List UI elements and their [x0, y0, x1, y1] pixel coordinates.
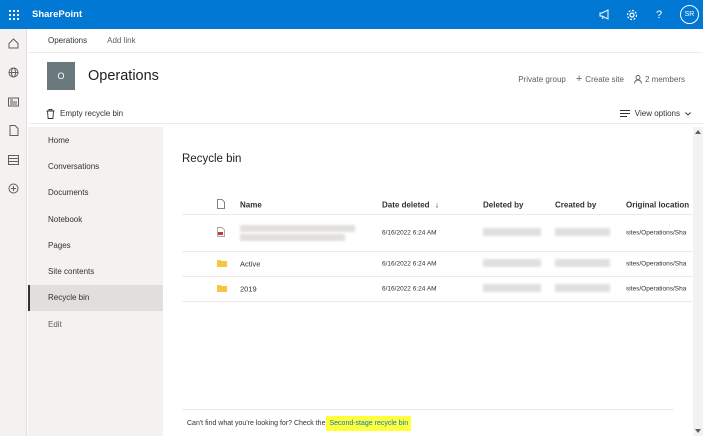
column-deleted-by[interactable]: Deleted by — [483, 200, 523, 209]
add-icon[interactable] — [0, 174, 27, 203]
chevron-down-icon — [685, 111, 691, 116]
table-row[interactable]: 2019 6/16/2022 6:24 AM sites/Operations/… — [182, 277, 693, 302]
main-content: Recycle bin Name Date deleted ↓ Deleted … — [163, 127, 693, 436]
site-logo[interactable]: O — [47, 62, 75, 90]
file-icon[interactable] — [0, 116, 27, 145]
column-original-location[interactable]: Original location — [626, 200, 693, 209]
privacy-label: Private group — [518, 74, 566, 84]
site-meta: Private group + Create site 2 members — [518, 73, 685, 85]
pdf-file-icon — [217, 227, 225, 239]
vertical-scrollbar[interactable] — [693, 127, 703, 436]
folder-icon — [217, 284, 227, 294]
nav-conversations[interactable]: Conversations — [28, 153, 163, 179]
row-created-by-redacted — [555, 228, 610, 238]
plus-icon: + — [575, 73, 583, 85]
app-brand[interactable]: SharePoint — [32, 9, 82, 20]
suite-bar: SharePoint ? SR — [0, 0, 703, 29]
table-row[interactable]: 6/16/2022 6:24 AM sites/Operations/Sha — [182, 215, 693, 252]
view-lines-icon — [619, 110, 630, 117]
view-options-label: View options — [634, 109, 680, 118]
news-icon[interactable] — [0, 87, 27, 116]
app-rail — [0, 29, 27, 436]
page-title: Recycle bin — [182, 153, 242, 165]
members-label: 2 members — [644, 74, 685, 84]
row-deleted-by-redacted — [483, 284, 541, 294]
waffle-icon[interactable] — [0, 0, 28, 29]
nav-notebook[interactable]: Notebook — [28, 206, 163, 232]
nav-home[interactable]: Home — [28, 127, 163, 153]
nav-pages[interactable]: Pages — [28, 232, 163, 258]
create-site-label: Create site — [585, 74, 624, 84]
create-site-button[interactable]: + Create site — [576, 73, 624, 85]
sort-down-arrow-icon: ↓ — [434, 200, 439, 209]
megaphone-icon[interactable] — [596, 6, 614, 24]
row-name: Active — [240, 259, 261, 269]
list-icon[interactable] — [0, 145, 27, 174]
globe-icon[interactable] — [0, 58, 27, 87]
row-deleted-by-redacted — [483, 259, 541, 269]
members-button[interactable]: 2 members — [634, 75, 685, 84]
row-original-location: sites/Operations/Sha — [626, 260, 687, 268]
row-created-by-redacted — [555, 259, 610, 269]
site-title[interactable]: Operations — [88, 68, 159, 84]
nav-recycle-bin[interactable]: Recycle bin — [28, 284, 163, 312]
footer-text: Can't find what you're looking for? Chec… — [187, 419, 326, 427]
column-date-deleted-label: Date deleted — [382, 200, 430, 209]
file-type-header-icon[interactable] — [217, 198, 225, 211]
column-name[interactable]: Name — [240, 200, 262, 209]
empty-recycle-bin-label: Empty recycle bin — [60, 109, 124, 118]
recycle-bin-footer: Can't find what you're looking for? Chec… — [182, 409, 674, 436]
column-date-deleted[interactable]: Date deleted ↓ — [382, 200, 439, 209]
nav-site-contents[interactable]: Site contents — [28, 258, 163, 284]
table-header: Name Date deleted ↓ Deleted by Created b… — [182, 195, 693, 215]
scroll-down-arrow-icon[interactable] — [695, 429, 701, 433]
help-icon[interactable]: ? — [650, 6, 668, 24]
hub-link-operations[interactable]: Operations — [48, 36, 87, 45]
second-stage-recycle-bin-link[interactable]: Second-stage recycle bin — [326, 415, 412, 431]
command-bar: Empty recycle bin View options — [28, 104, 703, 124]
empty-recycle-bin-button[interactable]: Empty recycle bin — [46, 108, 124, 119]
row-date-deleted: 6/16/2022 6:24 AM — [382, 285, 437, 293]
row-created-by-redacted — [555, 284, 610, 294]
hub-add-link[interactable]: Add link — [107, 36, 135, 45]
scroll-up-arrow-icon[interactable] — [695, 130, 701, 134]
folder-icon — [217, 259, 227, 269]
row-original-location: sites/Operations/Sha — [626, 285, 687, 293]
left-navigation: Home Conversations Documents Notebook Pa… — [28, 127, 163, 436]
person-icon — [634, 74, 642, 84]
row-original-location: sites/Operations/Sha — [626, 229, 687, 237]
view-options-button[interactable]: View options — [619, 109, 691, 118]
table-row[interactable]: Active 6/16/2022 6:24 AM sites/Operation… — [182, 252, 693, 277]
nav-documents[interactable]: Documents — [28, 180, 163, 206]
row-name-redacted — [240, 223, 360, 243]
recycle-bin-table: Name Date deleted ↓ Deleted by Created b… — [182, 195, 693, 302]
hub-navigation: Operations Add link — [28, 29, 703, 53]
row-date-deleted: 6/16/2022 6:24 AM — [382, 260, 437, 268]
row-date-deleted: 6/16/2022 6:24 AM — [382, 229, 437, 237]
home-icon[interactable] — [0, 29, 27, 58]
row-deleted-by-redacted — [483, 228, 541, 238]
trash-icon — [46, 108, 55, 119]
nav-edit[interactable]: Edit — [28, 311, 163, 337]
settings-icon[interactable] — [623, 6, 641, 24]
row-name: 2019 — [240, 284, 257, 294]
column-created-by[interactable]: Created by — [555, 200, 596, 209]
avatar[interactable]: SR — [680, 5, 699, 24]
